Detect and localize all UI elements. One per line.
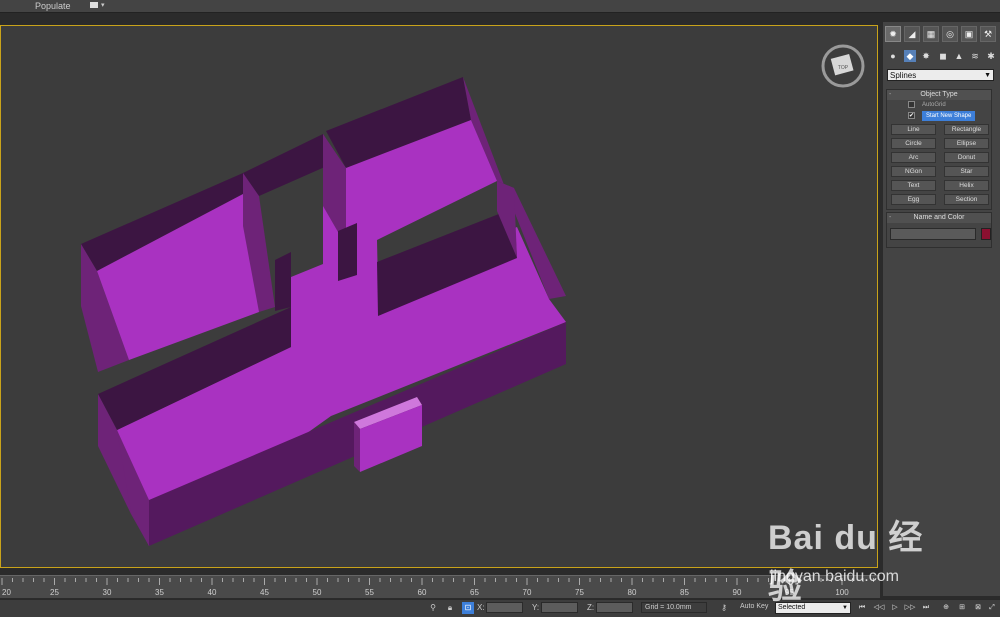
object-type-title: Object Type: [920, 91, 958, 98]
modify-tab-icon[interactable]: ◢: [904, 26, 920, 42]
motion-tab-icon[interactable]: ◎: [942, 26, 958, 42]
object-type-header[interactable]: - Object Type: [887, 90, 991, 100]
baidu-watermark: Bai du 经验 jingyan.baidu.com: [768, 510, 948, 606]
camera-dropdown-icon[interactable]: ▾: [101, 0, 105, 12]
text-button[interactable]: Text: [891, 180, 936, 191]
ruler-tick-label: 45: [260, 588, 269, 597]
collapse-icon: -: [889, 214, 892, 221]
helpers-category-icon[interactable]: ▲: [953, 50, 965, 62]
ruler-tick-label: 60: [418, 588, 427, 597]
viewcube[interactable]: TOP: [821, 44, 865, 88]
zoom-extents-icon[interactable]: ⊠: [972, 602, 984, 614]
watermark-url: jingyan.baidu.com: [770, 568, 899, 585]
auto-key-button[interactable]: Auto Key: [740, 603, 768, 610]
viewcube-face-label: TOP: [838, 65, 849, 71]
shape-buttons: Line Rectangle Circle Ellipse Arc Donut …: [887, 122, 991, 209]
start-new-shape-checkbox[interactable]: ✔: [908, 112, 915, 119]
shapes-category-icon[interactable]: ◆: [904, 50, 916, 62]
autogrid-row: AutoGrid: [887, 100, 991, 111]
shape-type-value: Splines: [890, 71, 917, 80]
donut-button[interactable]: Donut: [944, 152, 989, 163]
ruler-tick-label: 40: [208, 588, 217, 597]
time-ruler-ticks: 20 25 30 35 40 45 50 55 60 65 70 75 80 85 90 95 100: [1, 578, 874, 597]
geometry-category-icon[interactable]: ●: [887, 50, 899, 62]
absolute-mode-icon[interactable]: ⊡: [462, 602, 474, 614]
ruler-tick-label: 35: [155, 588, 164, 597]
display-tab-icon[interactable]: ▣: [961, 26, 977, 42]
utilities-tab-icon[interactable]: ⚒: [980, 26, 996, 42]
spacewarps-category-icon[interactable]: ≋: [969, 50, 981, 62]
autogrid-label: AutoGrid: [922, 102, 946, 108]
ruler-tick-label: 25: [50, 588, 59, 597]
panel-tabs: ✹ ◢ ▦ ◎ ▣ ⚒: [885, 26, 997, 44]
start-new-shape-row: ✔ Start New Shape: [887, 111, 991, 122]
collapse-icon: -: [889, 91, 892, 98]
ruler-tick-label: 70: [523, 588, 532, 597]
set-key-icon[interactable]: ⚷: [716, 602, 732, 614]
perspective-viewport[interactable]: TOP: [0, 25, 878, 568]
name-and-color-rollout: - Name and Color: [886, 212, 992, 248]
ruler-tick-label: 85: [680, 588, 689, 597]
autogrid-checkbox[interactable]: [908, 101, 915, 108]
partition-center-post: [338, 223, 357, 281]
helix-button[interactable]: Helix: [944, 180, 989, 191]
name-row: [887, 223, 991, 247]
y-label: Y:: [532, 603, 540, 612]
ruler-tick-label: 90: [733, 588, 742, 597]
name-and-color-title: Name and Color: [913, 214, 965, 221]
start-new-shape-label[interactable]: Start New Shape: [922, 111, 976, 121]
partition-left-post: [275, 252, 291, 311]
zoom-all-icon[interactable]: ⊞: [956, 602, 968, 614]
maximize-viewport-icon[interactable]: ⤢: [986, 602, 998, 614]
star-button[interactable]: Star: [944, 166, 989, 177]
cameras-category-icon[interactable]: ◼: [937, 50, 949, 62]
object-color-swatch[interactable]: [981, 228, 991, 240]
ruler-tick-label: 55: [365, 588, 374, 597]
x-coordinate-field[interactable]: [486, 602, 523, 613]
grid-spacing: Grid = 10.0mm: [641, 602, 707, 613]
viewport-camera-icon[interactable]: [90, 2, 98, 8]
dropdown-arrow-icon: ▼: [984, 72, 991, 79]
circle-button[interactable]: Circle: [891, 138, 936, 149]
populate-menu[interactable]: Populate: [35, 0, 71, 12]
entry-step-side: [354, 422, 360, 472]
ruler-tick-label: 65: [470, 588, 479, 597]
object-name-field[interactable]: [890, 228, 976, 240]
z-coordinate-field[interactable]: [596, 602, 633, 613]
egg-button[interactable]: Egg: [891, 194, 936, 205]
arc-button[interactable]: Arc: [891, 152, 936, 163]
ruler-tick-label: 20: [2, 588, 11, 597]
lights-category-icon[interactable]: ✸: [920, 50, 932, 62]
hierarchy-tab-icon[interactable]: ▦: [923, 26, 939, 42]
object-type-rollout: - Object Type AutoGrid ✔ Start New Shape…: [886, 89, 992, 210]
back-wall-middle: [243, 134, 327, 196]
ruler-tick-label: 80: [628, 588, 637, 597]
ruler-tick-label: 75: [575, 588, 584, 597]
pin-icon[interactable]: ⚲: [427, 602, 439, 614]
selection-lock-icon[interactable]: 🔒︎: [444, 602, 456, 614]
create-categories: ● ◆ ✸ ◼ ▲ ≋ ✱: [887, 50, 997, 64]
z-label: Z:: [587, 603, 595, 612]
time-ruler[interactable]: 20 25 30 35 40 45 50 55 60 65 70 75 80 85 90 95 100: [0, 575, 880, 598]
line-button[interactable]: Line: [891, 124, 936, 135]
x-label: X:: [477, 603, 485, 612]
create-tab-icon[interactable]: ✹: [885, 26, 901, 42]
section-button[interactable]: Section: [944, 194, 989, 205]
scene-canvas[interactable]: TOP: [1, 26, 879, 569]
baidu-logo: Bai du 经验: [768, 519, 924, 606]
systems-category-icon[interactable]: ✱: [985, 50, 997, 62]
ruler-tick-label: 50: [313, 588, 322, 597]
y-coordinate-field[interactable]: [541, 602, 578, 613]
ellipse-button[interactable]: Ellipse: [944, 138, 989, 149]
shape-type-dropdown[interactable]: Splines ▼: [887, 69, 994, 81]
name-and-color-header[interactable]: - Name and Color: [887, 213, 991, 223]
rectangle-button[interactable]: Rectangle: [944, 124, 989, 135]
main-toolbar: Populate ▾: [0, 0, 1000, 13]
ngon-button[interactable]: NGon: [891, 166, 936, 177]
ruler-tick-label: 30: [103, 588, 112, 597]
